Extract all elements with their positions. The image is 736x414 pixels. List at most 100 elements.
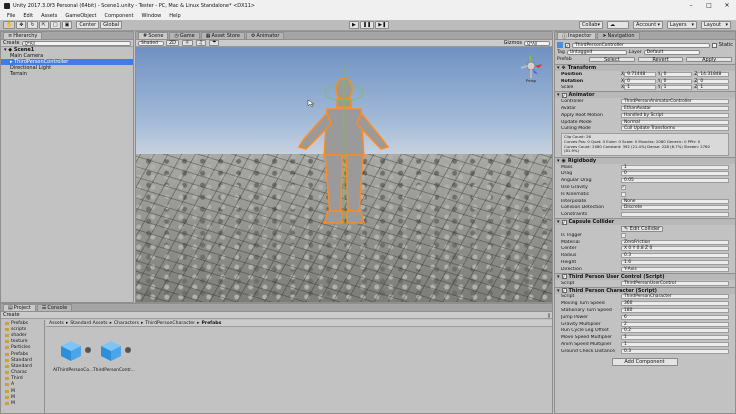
expand-prefab-icon[interactable] <box>125 347 131 353</box>
rigidbody-row-value[interactable]: 0 <box>621 171 729 177</box>
asset-prefab[interactable]: ThirdPersonContr... <box>93 340 135 373</box>
animator-header[interactable]: ▾ ✓ Animator <box>555 91 735 99</box>
character-row-value[interactable]: 2 <box>621 321 729 327</box>
scale-y-field[interactable]: 1 <box>660 85 693 91</box>
minimize-icon[interactable]: – <box>682 0 700 11</box>
rigidbody-row-value[interactable] <box>621 191 626 197</box>
menu-gameobject[interactable]: GameObject <box>61 13 100 19</box>
tab-scene[interactable]: # Scene <box>138 32 169 39</box>
menu-component[interactable]: Component <box>101 13 138 19</box>
rigidbody-row-value[interactable]: ✓ <box>621 185 626 191</box>
transform-tool-icon[interactable]: ▣ <box>61 21 73 29</box>
animator-row-value[interactable]: EthanAvatar <box>621 106 729 112</box>
add-component-button[interactable]: Add Component <box>611 357 678 366</box>
pivot-center-button[interactable]: Center <box>76 21 100 29</box>
capsule-row-value[interactable]: 0.3 <box>621 253 729 259</box>
position-x-field[interactable]: 9.71448 <box>624 71 656 77</box>
character-row-value[interactable]: 1 <box>621 341 729 347</box>
character-row-value[interactable]: 1 <box>621 335 729 341</box>
audio-toggle-icon[interactable]: ♫ <box>195 40 206 46</box>
hierarchy-item-terrain[interactable]: Terrain <box>1 71 133 77</box>
animator-row-value[interactable]: Cull Update Transforms <box>621 126 729 132</box>
tab-game[interactable]: ◷ Game <box>169 32 200 39</box>
tab-inspector[interactable]: ⓘ Inspector <box>557 32 597 40</box>
tab-hierarchy[interactable]: ≡ Hierarchy <box>3 32 43 39</box>
static-checkbox[interactable] <box>711 42 717 48</box>
menu-file[interactable]: File <box>3 13 19 19</box>
prefab-revert-button[interactable]: Revert <box>637 57 684 63</box>
scene-search-input[interactable]: Q*All <box>524 40 550 46</box>
edit-collider-button[interactable]: ✎ Edit Collider <box>621 225 664 232</box>
tab-project[interactable]: ▤ Project <box>3 304 36 311</box>
maximize-icon[interactable]: □ <box>700 0 718 11</box>
prefab-apply-button[interactable]: Apply <box>686 57 733 63</box>
rotation-z-field[interactable]: 0 <box>697 78 729 84</box>
character-script-field[interactable]: ThirdPersonCharacter <box>621 294 729 300</box>
rigidbody-row-value[interactable]: None <box>621 198 729 204</box>
layer-dropdown[interactable]: Default <box>643 50 700 55</box>
animator-row-value[interactable]: Normal <box>621 119 729 125</box>
position-y-field[interactable]: 0 <box>660 71 693 77</box>
move-tool-icon[interactable]: ✥ <box>16 21 27 29</box>
capsule-row-value[interactable]: X 0 Y 0.8 Z 0 <box>621 246 729 252</box>
object-name-input[interactable]: ThirdPersonController <box>572 42 710 48</box>
asset-prefab[interactable]: AIThirdPersonCo... <box>53 340 93 373</box>
rigidbody-row-value[interactable]: 0.05 <box>621 178 729 184</box>
character-row-value[interactable]: 360 <box>621 301 729 307</box>
user-control-enabled-checkbox[interactable]: ✓ <box>561 274 567 280</box>
tab-navigation[interactable]: ➤ Navigation <box>597 32 640 39</box>
capsule-row-value[interactable]: ZeroFriction <box>621 239 729 245</box>
hierarchy-search-input[interactable]: Q*All <box>21 40 131 46</box>
lighting-toggle-icon[interactable]: ☼ <box>182 40 193 46</box>
animator-row-value[interactable]: ThirdPersonAnimatorController <box>621 99 729 105</box>
2d-toggle[interactable]: 2D <box>166 40 180 46</box>
user-control-header[interactable]: ▾ ✓ Third Person User Control (Script) <box>555 272 735 280</box>
character-model[interactable] <box>136 47 552 302</box>
breadcrumb-item[interactable]: ThirdPersonCharacter <box>145 321 195 326</box>
pause-icon[interactable]: ❚❚ <box>359 21 375 29</box>
menu-assets[interactable]: Assets <box>37 13 61 19</box>
rotation-y-field[interactable]: 0 <box>660 78 693 84</box>
orientation-gizmo-icon[interactable]: Persp <box>518 53 544 83</box>
gizmos-dropdown[interactable]: Gizmos <box>504 40 522 46</box>
project-create-dropdown[interactable]: Create <box>3 312 20 318</box>
active-checkbox[interactable]: ✓ <box>565 42 570 48</box>
account-button[interactable]: Account ▾ <box>633 21 663 29</box>
breadcrumb-item[interactable]: Standard Assets <box>70 321 107 326</box>
transform-header[interactable]: ▾ ✥ Transform <box>555 64 735 71</box>
tag-dropdown[interactable]: Untagged <box>566 50 627 55</box>
collab-button[interactable]: Collab ▾ <box>578 21 603 29</box>
layers-button[interactable]: Layers ▾ <box>667 21 697 29</box>
project-folder-item[interactable]: M <box>5 400 44 406</box>
capsule-row-value[interactable] <box>621 232 626 238</box>
capsule-collider-header[interactable]: ▾ ✓ Capsule Collider <box>555 218 735 226</box>
menu-help[interactable]: Help <box>165 13 184 19</box>
expand-prefab-icon[interactable] <box>85 347 91 353</box>
character-enabled-checkbox[interactable]: ✓ <box>561 288 567 293</box>
project-search-input[interactable] <box>548 312 550 318</box>
rigidbody-row-value[interactable] <box>621 212 729 218</box>
step-icon[interactable]: ▶❚ <box>375 21 390 29</box>
cloud-icon[interactable]: ☁ <box>607 21 629 29</box>
character-row-value[interactable]: 6 <box>621 314 729 320</box>
scale-tool-icon[interactable]: ⇱ <box>38 21 49 29</box>
scene-viewport[interactable]: Persp <box>136 47 552 302</box>
breadcrumb-item[interactable]: Assets <box>49 321 64 326</box>
scale-x-field[interactable]: 1 <box>624 85 656 91</box>
scale-z-field[interactable]: 1 <box>697 85 729 91</box>
rotate-tool-icon[interactable]: ↻ <box>27 21 38 29</box>
menu-edit[interactable]: Edit <box>19 13 37 19</box>
position-z-field[interactable]: 14.31848 <box>697 71 729 77</box>
play-icon[interactable]: ▶ <box>349 21 359 29</box>
rotation-x-field[interactable]: 0 <box>624 78 656 84</box>
rect-tool-icon[interactable]: □ <box>49 21 61 29</box>
rigidbody-header[interactable]: ▾ ◉ Rigidbody <box>555 156 735 164</box>
character-row-value[interactable]: 180 <box>621 307 729 313</box>
tab-animator[interactable]: ⚙ Animator <box>245 32 285 39</box>
capsule-row-value[interactable]: Y-Axis <box>621 266 729 272</box>
character-row-value[interactable]: 0.3 <box>621 348 729 354</box>
breadcrumb-item[interactable]: Characters <box>114 321 139 326</box>
effects-toggle-icon[interactable]: ☂ <box>209 40 220 46</box>
prefab-select-button[interactable]: Select <box>589 57 635 63</box>
tab-asset-store[interactable]: ▦ Asset Store <box>200 32 245 39</box>
